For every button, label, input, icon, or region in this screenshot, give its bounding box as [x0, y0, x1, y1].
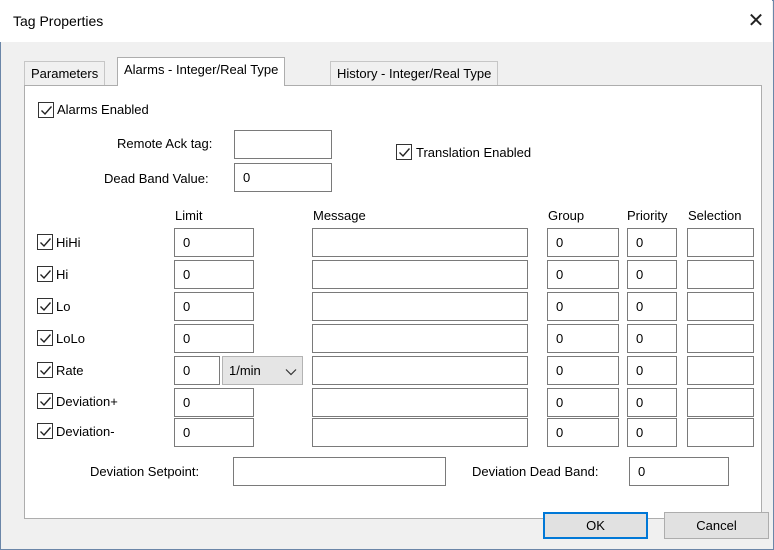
lo-selection-input[interactable] [687, 292, 754, 321]
translation-enabled-checkbox[interactable] [396, 144, 412, 160]
lolo-group-input[interactable]: 0 [547, 324, 619, 353]
lolo-priority-input[interactable]: 0 [627, 324, 677, 353]
checkmark-icon [41, 106, 53, 116]
deviation-plus-checkbox[interactable] [37, 393, 53, 409]
deviation-minus-label: Deviation- [56, 424, 115, 439]
rate-label: Rate [56, 363, 84, 378]
deviation-plus-label: Deviation+ [56, 394, 118, 409]
lolo-limit-input[interactable]: 0 [174, 324, 254, 353]
checkmark-icon [40, 270, 52, 280]
window-title: Tag Properties [13, 13, 104, 29]
lo-group-input[interactable]: 0 [547, 292, 619, 321]
deviation-dead-band-label: Deviation Dead Band: [472, 464, 599, 479]
rate-message-input[interactable] [312, 356, 528, 385]
checkmark-icon [40, 397, 52, 407]
title-bar [0, 0, 772, 42]
column-limit: Limit [175, 208, 203, 223]
hi-message-input[interactable] [312, 260, 528, 289]
hi-group-input[interactable]: 0 [547, 260, 619, 289]
hi-selection-input[interactable] [687, 260, 754, 289]
remote-ack-label: Remote Ack tag: [117, 136, 213, 151]
checkmark-icon [40, 334, 52, 344]
deviation-dead-band-input[interactable]: 0 [629, 457, 729, 486]
chevron-down-icon [285, 369, 297, 376]
rate-priority-input[interactable]: 0 [627, 356, 677, 385]
hi-label: Hi [56, 267, 69, 282]
checkmark-icon [40, 238, 52, 248]
rate-limit-input[interactable]: 0 [174, 356, 220, 385]
translation-enabled-label: Translation Enabled [416, 145, 532, 160]
deviation-minus-selection-input[interactable] [687, 418, 754, 447]
deviation-minus-message-input[interactable] [312, 418, 528, 447]
lolo-selection-input[interactable] [687, 324, 754, 353]
hi-limit-input[interactable]: 0 [174, 260, 254, 289]
hihi-selection-input[interactable] [687, 228, 754, 257]
lo-label: Lo [56, 299, 71, 314]
hihi-message-input[interactable] [312, 228, 528, 257]
hihi-label: HiHi [56, 235, 81, 250]
tab-parameters[interactable]: Parameters [24, 61, 106, 85]
hi-checkbox[interactable] [37, 266, 53, 282]
hihi-checkbox[interactable] [37, 234, 53, 250]
rate-unit-select[interactable]: 1/min [222, 356, 303, 385]
lolo-checkbox[interactable] [37, 330, 53, 346]
lo-message-input[interactable] [312, 292, 528, 321]
alarms-enabled-checkbox[interactable] [38, 102, 54, 118]
deviation-minus-group-input[interactable]: 0 [547, 418, 619, 447]
dead-band-input[interactable]: 0 [234, 163, 332, 192]
deviation-minus-checkbox[interactable] [37, 423, 53, 439]
deviation-plus-limit-input[interactable]: 0 [174, 388, 254, 417]
deviation-setpoint-label: Deviation Setpoint: [90, 464, 200, 479]
cancel-button[interactable]: Cancel [664, 512, 769, 539]
rate-selection-input[interactable] [687, 356, 754, 385]
checkmark-icon [40, 302, 52, 312]
column-message: Message [313, 208, 366, 223]
hihi-limit-input[interactable]: 0 [174, 228, 254, 257]
rate-checkbox[interactable] [37, 362, 53, 378]
hihi-group-input[interactable]: 0 [547, 228, 619, 257]
hihi-priority-input[interactable]: 0 [627, 228, 677, 257]
lolo-label: LoLo [56, 331, 85, 346]
remote-ack-input[interactable] [234, 130, 332, 159]
column-group: Group [548, 208, 585, 223]
ok-button[interactable]: OK [543, 512, 648, 539]
checkmark-icon [399, 148, 411, 158]
rate-group-input[interactable]: 0 [547, 356, 619, 385]
deviation-plus-priority-input[interactable]: 0 [627, 388, 677, 417]
column-priority: Priority [627, 208, 668, 223]
rate-unit-value: 1/min [229, 363, 261, 378]
deviation-minus-priority-input[interactable]: 0 [627, 418, 677, 447]
column-selection: Selection [688, 208, 742, 223]
deviation-plus-selection-input[interactable] [687, 388, 754, 417]
lo-priority-input[interactable]: 0 [627, 292, 677, 321]
lo-limit-input[interactable]: 0 [174, 292, 254, 321]
deviation-plus-message-input[interactable] [312, 388, 528, 417]
hi-priority-input[interactable]: 0 [627, 260, 677, 289]
checkmark-icon [40, 427, 52, 437]
lo-checkbox[interactable] [37, 298, 53, 314]
close-icon[interactable]: ✕ [744, 8, 768, 34]
lolo-message-input[interactable] [312, 324, 528, 353]
checkmark-icon [40, 366, 52, 376]
deviation-minus-limit-input[interactable]: 0 [174, 418, 254, 447]
deviation-setpoint-input[interactable] [233, 457, 446, 486]
dead-band-label: Dead Band Value: [104, 171, 209, 186]
deviation-plus-group-input[interactable]: 0 [547, 388, 619, 417]
alarms-enabled-label: Alarms Enabled [57, 102, 149, 117]
tab-alarms[interactable]: Alarms - Integer/Real Type [117, 57, 286, 86]
tab-history[interactable]: History - Integer/Real Type [330, 61, 499, 85]
